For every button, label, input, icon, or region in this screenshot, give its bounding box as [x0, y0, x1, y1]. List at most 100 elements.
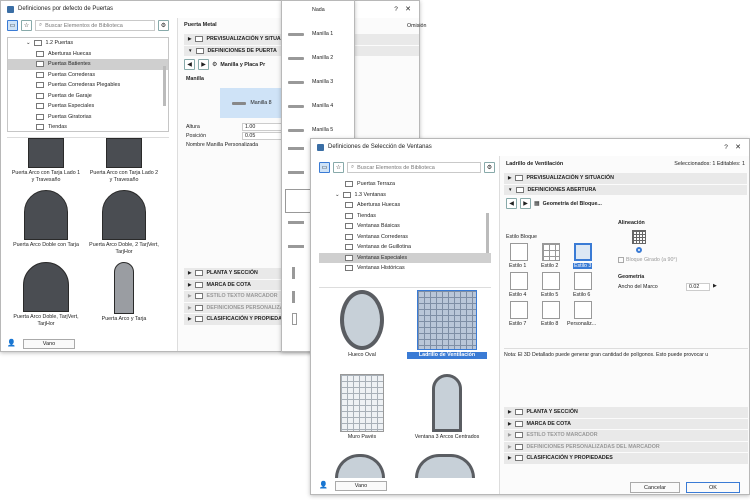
- omission-label: Omisión: [407, 23, 427, 29]
- prev-arrow-icon[interactable]: ◀: [506, 198, 517, 209]
- popup-item[interactable]: Nada: [282, 7, 354, 17]
- handle-icon[interactable]: [292, 291, 295, 303]
- tree-label: 1.3 Ventanas: [354, 191, 387, 198]
- next-arrow-icon[interactable]: ▶: [520, 198, 531, 209]
- section-opening-settings[interactable]: ▼ DEFINICIONES ABERTURA: [504, 184, 747, 195]
- user-icon[interactable]: 👤: [319, 481, 328, 489]
- frame-width-label: Ancho del Marco: [618, 284, 658, 290]
- library-item[interactable]: Hueco Oval: [325, 290, 399, 362]
- altura-input[interactable]: 1.00: [242, 122, 282, 131]
- handle-icon[interactable]: [288, 147, 304, 150]
- section-dimension[interactable]: ▶ MARCA DE COTA: [504, 418, 748, 429]
- handle-icon[interactable]: [292, 313, 297, 325]
- library-item[interactable]: Muro Pavés: [325, 374, 399, 446]
- search-input[interactable]: ⌕ Buscar Elementos de Biblioteca: [347, 162, 481, 173]
- library-item[interactable]: Puerta Arco Doble, TarjVert, TarjHor: [11, 262, 81, 332]
- tree-item-selected[interactable]: Ventanas Especiales: [319, 252, 491, 263]
- frame-width-arrow-icon[interactable]: ▶: [713, 283, 717, 289]
- section-plan[interactable]: ▶ PLANTA Y SECCIÓN: [504, 407, 748, 418]
- style-4-option[interactable]: [510, 272, 528, 290]
- style-custom-option[interactable]: [574, 301, 592, 319]
- tree-item[interactable]: Ventanas Históricas: [319, 263, 491, 274]
- cancel-button[interactable]: Cancelar: [630, 482, 680, 493]
- tree-item[interactable]: Ventanas Básicas: [319, 221, 491, 232]
- help-icon[interactable]: ?: [389, 6, 403, 13]
- tree-item[interactable]: Aberturas Huecas: [319, 200, 491, 211]
- ok-button[interactable]: OK: [686, 482, 740, 493]
- library-item[interactable]: [335, 454, 385, 478]
- subpanel-selector[interactable]: Geometría del Bloque...: [543, 201, 602, 207]
- style-3-option[interactable]: [574, 243, 592, 261]
- popup-item[interactable]: Manilla 3: [282, 75, 354, 93]
- close-icon[interactable]: ✕: [733, 143, 743, 151]
- vano-button[interactable]: Vano: [335, 481, 387, 491]
- scrollbar[interactable]: [486, 213, 489, 253]
- frame-width-input[interactable]: 0.02: [686, 283, 710, 291]
- library-item[interactable]: Puerta Arco con Tarja Lado 2 y Travesaño: [89, 138, 159, 190]
- gear-icon[interactable]: ⚙: [158, 20, 169, 31]
- search-input[interactable]: ⌕ Buscar Elementos de Biblioteca: [35, 20, 155, 31]
- library-item-selected[interactable]: Ladrillo de Ventilación: [407, 290, 487, 362]
- favorites-icon[interactable]: ☆: [21, 20, 32, 31]
- search-placeholder: Buscar Elementos de Biblioteca: [45, 22, 123, 29]
- tree-item[interactable]: Puertas Correderas Plegables: [8, 80, 168, 91]
- section-classification[interactable]: ▶ CLASIFICACIÓN Y PROPIEDADES: [504, 453, 748, 464]
- alignment-radio[interactable]: [636, 247, 642, 253]
- next-arrow-icon[interactable]: ▶: [198, 59, 209, 70]
- library-item[interactable]: Puerta Arco con Tarja Lado 1 y Travesaño: [11, 138, 81, 190]
- section-custom[interactable]: ▶ DEFINICIONES PERSONALIZADAS DEL MARCADO…: [504, 441, 748, 452]
- style-5-option[interactable]: [542, 272, 560, 290]
- tree-item[interactable]: Tiendas: [319, 211, 491, 222]
- tree-item[interactable]: Puertas de Garaje: [8, 91, 168, 102]
- posicion-input[interactable]: 0.05: [242, 131, 282, 140]
- oval-window-thumbnail: [340, 290, 384, 350]
- popup-item[interactable]: Manilla 1: [282, 27, 354, 45]
- tree-item[interactable]: ⌄ 1.2 Puertas: [8, 38, 168, 49]
- library-item[interactable]: Puerta Arco Doble, 2 TarjVert, TarjHor: [89, 190, 159, 258]
- gear-icon[interactable]: ⚙: [484, 162, 495, 173]
- rotate-checkbox[interactable]: [618, 257, 624, 263]
- close-icon[interactable]: ✕: [403, 5, 413, 13]
- tree-item[interactable]: Puertas Especiales: [8, 101, 168, 112]
- handle-icon[interactable]: [288, 171, 304, 174]
- manilla-selector[interactable]: Manilla 8: [220, 88, 284, 118]
- style-7-option[interactable]: [510, 301, 528, 319]
- style-8-option[interactable]: [542, 301, 560, 319]
- scrollbar[interactable]: [163, 66, 166, 106]
- library-item[interactable]: Ventana 3 Arcos Centrados: [407, 374, 487, 446]
- tree-item[interactable]: Tiendas: [8, 122, 168, 133]
- handle-icon[interactable]: [292, 267, 295, 279]
- popup-item[interactable]: Manilla 4: [282, 99, 354, 117]
- tree-item[interactable]: Ventanas Correderas: [319, 232, 491, 243]
- user-icon[interactable]: 👤: [7, 339, 16, 347]
- subpanel-selector[interactable]: Manilla y Placa Pr: [220, 62, 265, 68]
- item-caption: Ventana 3 Arcos Centrados: [414, 434, 480, 440]
- vano-button[interactable]: Vano: [23, 339, 75, 349]
- library-item[interactable]: Puerta Arco Doble con Tarja: [11, 190, 81, 252]
- help-icon[interactable]: ?: [719, 144, 733, 151]
- folder-view-icon[interactable]: ▭: [7, 20, 18, 31]
- prev-arrow-icon[interactable]: ◀: [184, 59, 195, 70]
- folder-view-icon[interactable]: ▭: [319, 162, 330, 173]
- tree-item[interactable]: Puertas Terraza: [319, 179, 491, 190]
- tree-item[interactable]: Aberturas Huecas: [8, 49, 168, 60]
- panel-header: Ladrillo de Ventilación Seleccionados: 1…: [506, 161, 745, 167]
- field-label: Posición: [186, 132, 207, 139]
- favorites-icon[interactable]: ☆: [333, 162, 344, 173]
- style-1-option[interactable]: [510, 243, 528, 261]
- section-text-style[interactable]: ▶ ESTILO TEXTO MARCADOR: [504, 430, 748, 441]
- handle-icon[interactable]: [288, 245, 304, 248]
- library-item[interactable]: [415, 454, 475, 478]
- handle-icon[interactable]: [288, 221, 304, 224]
- style-6-option[interactable]: [574, 272, 592, 290]
- tree-item[interactable]: Puertas Correderas: [8, 70, 168, 81]
- library-item[interactable]: Puerta Arco y Tarja: [89, 262, 159, 324]
- section-preview[interactable]: ▶ PREVISUALIZACIÓN Y SITUACIÓN: [504, 173, 747, 184]
- style-2-option[interactable]: [542, 243, 560, 261]
- popup-item[interactable]: Manilla 2: [282, 51, 354, 69]
- handle-icon[interactable]: [285, 189, 311, 213]
- tree-item-selected[interactable]: Puertas Batientes: [8, 59, 168, 70]
- tree-item[interactable]: ⌄ 1.3 Ventanas: [319, 190, 491, 201]
- tree-item[interactable]: Puertas Giratorias: [8, 112, 168, 123]
- tree-item[interactable]: Ventanas de Guillotina: [319, 242, 491, 253]
